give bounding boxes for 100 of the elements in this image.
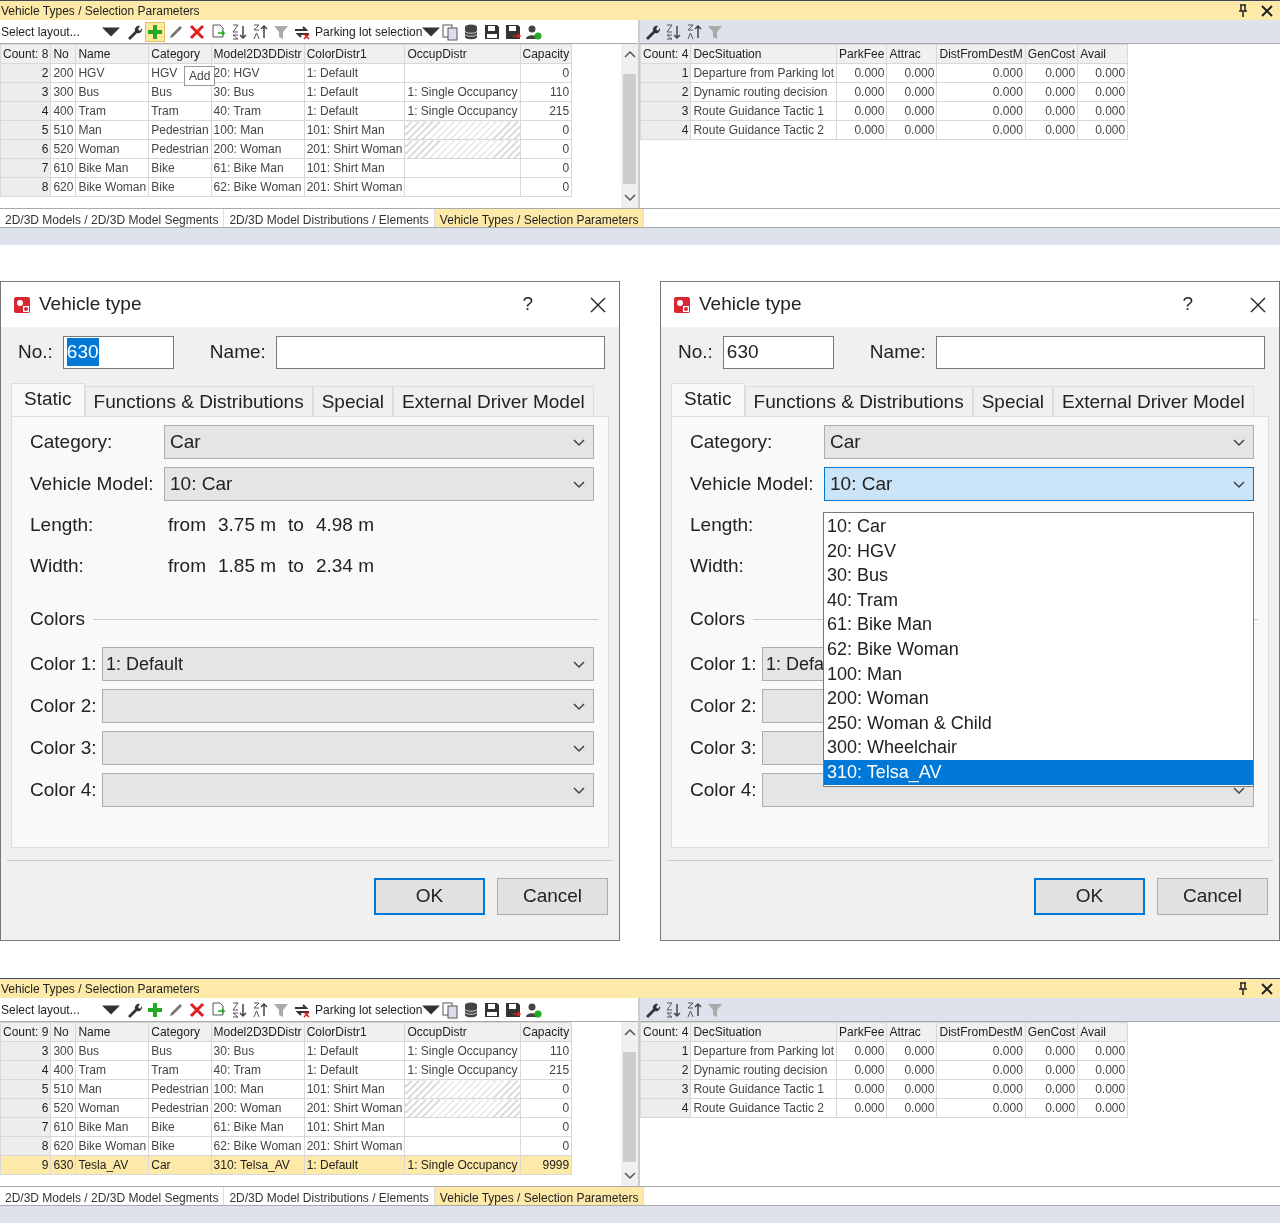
column-header[interactable]: Avail (1077, 1022, 1128, 1042)
table-cell: 1: Default (304, 1041, 405, 1061)
number-field[interactable]: 630 (62, 335, 174, 369)
save-as-icon[interactable] (504, 1000, 522, 1019)
table-cell: Bus (75, 1041, 149, 1061)
table-cell: 201: Shirt Woman (304, 139, 405, 159)
table-cell: 200 (50, 63, 76, 83)
column-header[interactable]: Count: 4 (640, 44, 691, 64)
dialog-tab[interactable]: Special (312, 386, 393, 416)
dropdown-option[interactable]: 61: Bike Man (824, 612, 1253, 637)
sort-ascending-icon[interactable] (230, 22, 248, 41)
column-header[interactable]: Model2D3DDistr (211, 44, 305, 64)
copy-icon[interactable] (441, 22, 459, 41)
panel-tab[interactable]: Vehicle Types / Selection Parameters (434, 1187, 645, 1205)
table-cell: Tram (148, 1060, 212, 1080)
database-icon[interactable] (462, 22, 480, 41)
column-header[interactable]: No (50, 1022, 76, 1042)
dropdown-option[interactable]: 62: Bike Woman (824, 636, 1253, 662)
name-field[interactable] (935, 335, 1265, 369)
sort-ascending-icon[interactable] (664, 22, 682, 41)
ok-button[interactable]: OK (1034, 878, 1145, 915)
table-cell: Tram (75, 1060, 149, 1080)
dialog-tab[interactable]: External Driver Model (393, 386, 594, 416)
column-header[interactable]: DecSituation (690, 44, 837, 64)
dialog-tab[interactable]: External Driver Model (1053, 386, 1254, 416)
delete-icon[interactable] (188, 22, 206, 41)
dropdown-option[interactable]: 310: Telsa_AV (824, 759, 1253, 785)
dropdown-value: Select layout... (1, 23, 80, 41)
dialog-tab[interactable]: Special (972, 386, 1053, 416)
column-header[interactable]: Count: 4 (640, 1022, 691, 1042)
column-header[interactable]: DistFromDestM (936, 1022, 1026, 1042)
dialog-tab[interactable]: Functions & Distributions (744, 386, 973, 416)
column-header[interactable]: ParkFee (836, 44, 887, 64)
column-header[interactable]: GenCost (1025, 1022, 1078, 1042)
column-header[interactable]: ParkFee (836, 1022, 887, 1042)
number-field[interactable]: 630 (722, 335, 834, 369)
save-icon[interactable] (483, 1000, 501, 1019)
sort-ascending-icon[interactable] (664, 1000, 682, 1019)
dropdown-option[interactable]: 200: Woman (824, 686, 1253, 711)
ok-button[interactable]: OK (374, 878, 485, 915)
save-icon[interactable] (483, 22, 501, 41)
cancel-button[interactable]: Cancel (497, 878, 608, 915)
dropdown[interactable]: Car (824, 425, 1254, 459)
scrollbar[interactable] (621, 1022, 638, 1186)
dropdown-option[interactable]: 20: HGV (824, 538, 1253, 564)
dropdown-list[interactable]: 10: Car 20: HGV 30: Bus 40: Tram 61: Bike Man 62: Bike Woman 100: Man 200: Woman 250: Woman & Child 300: Wheelchair 310: Telsa_AV (823, 512, 1254, 787)
column-header[interactable]: DecSituation (690, 1022, 837, 1042)
column-header[interactable]: Capacity (520, 1022, 572, 1042)
sort-descending-icon[interactable] (685, 1000, 703, 1019)
table-cell: 215 (520, 1060, 572, 1080)
close-icon[interactable] (1249, 295, 1267, 314)
table-cell: Pedestrian (148, 1079, 212, 1099)
column-header[interactable]: Capacity (520, 44, 572, 64)
column-header[interactable]: DistFromDestM (936, 44, 1026, 64)
close-icon[interactable] (589, 295, 607, 314)
column-header[interactable]: GenCost (1025, 44, 1078, 64)
dropdown-option[interactable]: 100: Man (824, 661, 1253, 687)
column-header[interactable]: Model2D3DDistr (211, 1022, 305, 1042)
dialog-tab[interactable]: Static (11, 383, 85, 416)
sort-descending-icon[interactable] (685, 22, 703, 41)
dialog-tab[interactable]: Functions & Distributions (84, 386, 313, 416)
dropdown[interactable]: 1: Default (102, 647, 594, 681)
dropdown-option[interactable]: 250: Woman & Child (824, 710, 1253, 736)
column-header[interactable]: OccupDistr (404, 1022, 520, 1042)
dialog-tab[interactable]: Static (671, 383, 745, 416)
column-header[interactable]: Attrac (886, 1022, 937, 1042)
column-header[interactable]: Count: 8 (0, 44, 51, 64)
sort-descending-icon[interactable] (251, 22, 269, 41)
help-button[interactable]: ? (522, 290, 533, 319)
database-icon[interactable] (462, 1000, 480, 1019)
column-header[interactable]: Category (148, 1022, 212, 1042)
column-header[interactable]: OccupDistr (404, 44, 520, 64)
dropdown[interactable]: 10: Car (824, 467, 1254, 501)
column-header[interactable]: Avail (1077, 44, 1128, 64)
table-cell: 0.000 (1025, 1060, 1078, 1080)
sort-ascending-icon[interactable] (230, 1000, 248, 1019)
copy-icon[interactable] (441, 1000, 459, 1019)
dropdown-option[interactable]: 30: Bus (824, 563, 1253, 588)
help-button[interactable]: ? (1182, 290, 1193, 319)
dropdown[interactable]: Car (164, 425, 594, 459)
dropdown-option[interactable]: 40: Tram (824, 587, 1253, 613)
dropdown[interactable]: 10: Car (164, 467, 594, 501)
column-header[interactable]: Count: 9 (0, 1022, 51, 1042)
dropdown-option[interactable]: 10: Car (824, 514, 1253, 539)
column-header[interactable]: Name (75, 44, 149, 64)
name-field[interactable] (275, 335, 605, 369)
cancel-button[interactable]: Cancel (1157, 878, 1268, 915)
column-header[interactable]: Name (75, 1022, 149, 1042)
column-header[interactable]: ColorDistr1 (304, 44, 405, 64)
column-header[interactable]: ColorDistr1 (304, 1022, 405, 1042)
sort-descending-icon[interactable] (251, 1000, 269, 1019)
panel-tab[interactable]: Vehicle Types / Selection Parameters (434, 209, 645, 227)
column-header[interactable]: No (50, 44, 76, 64)
table-cell: 0.000 (936, 1041, 1026, 1061)
column-header[interactable]: Attrac (886, 44, 937, 64)
scrollbar[interactable] (621, 44, 638, 208)
dropdown-option[interactable]: 300: Wheelchair (824, 735, 1253, 760)
column-header[interactable]: Category (148, 44, 212, 64)
save-as-icon[interactable] (504, 22, 522, 41)
delete-icon[interactable] (188, 1000, 206, 1019)
